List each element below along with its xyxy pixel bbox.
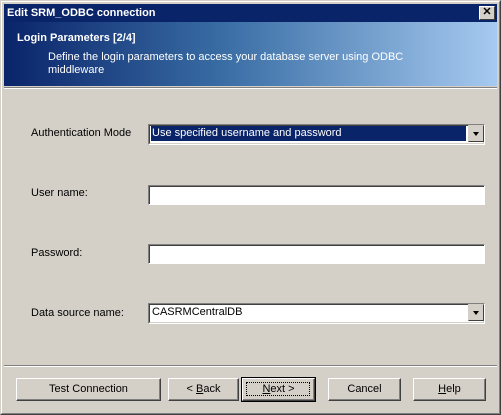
- auth-mode-label: Authentication Mode: [31, 127, 132, 139]
- footer-divider: [4, 365, 497, 367]
- dialog-window: Edit SRM_ODBC connection ✕ Login Paramet…: [0, 0, 501, 415]
- cancel-button[interactable]: Cancel: [328, 378, 401, 401]
- dsn-label: Data source name:: [31, 307, 124, 319]
- close-button[interactable]: ✕: [479, 6, 495, 20]
- back-button[interactable]: < Back: [168, 378, 239, 401]
- next-label: Next >: [262, 383, 294, 395]
- help-button[interactable]: Help: [413, 378, 486, 401]
- title-bar[interactable]: Edit SRM_ODBC connection ✕: [4, 4, 497, 22]
- next-button[interactable]: Next >: [241, 377, 316, 402]
- username-label: User name:: [31, 187, 88, 199]
- help-label-rest: elp: [446, 383, 461, 395]
- password-input[interactable]: [148, 244, 485, 264]
- back-label-prefix: <: [186, 383, 196, 395]
- help-label: Help: [438, 383, 461, 395]
- username-input[interactable]: [148, 185, 485, 205]
- next-label-rest: ext >: [270, 383, 295, 395]
- wizard-step-title: Login Parameters [2/4]: [17, 32, 136, 44]
- chevron-down-icon[interactable]: [468, 125, 484, 142]
- auth-mode-dropdown[interactable]: Use specified username and password: [148, 124, 485, 145]
- dsn-dropdown[interactable]: CASRMCentralDB: [148, 303, 485, 324]
- dsn-value: CASRMCentralDB: [152, 306, 243, 318]
- back-label: < Back: [187, 383, 221, 395]
- wizard-step-description: Define the login parameters to access yo…: [48, 51, 404, 76]
- close-icon: ✕: [482, 6, 492, 18]
- cancel-label: Cancel: [347, 383, 382, 395]
- wizard-header: Login Parameters [2/4] Define the login …: [4, 22, 497, 86]
- chevron-down-icon[interactable]: [468, 304, 484, 321]
- window-title: Edit SRM_ODBC connection: [7, 7, 156, 19]
- password-label: Password:: [31, 247, 83, 259]
- back-label-rest: ack: [203, 383, 221, 395]
- test-connection-label: Test Connection: [49, 383, 128, 395]
- help-mnemonic: H: [438, 383, 447, 395]
- auth-mode-value: Use specified username and password: [151, 126, 466, 141]
- test-connection-button[interactable]: Test Connection: [16, 378, 161, 401]
- header-divider: [4, 87, 497, 89]
